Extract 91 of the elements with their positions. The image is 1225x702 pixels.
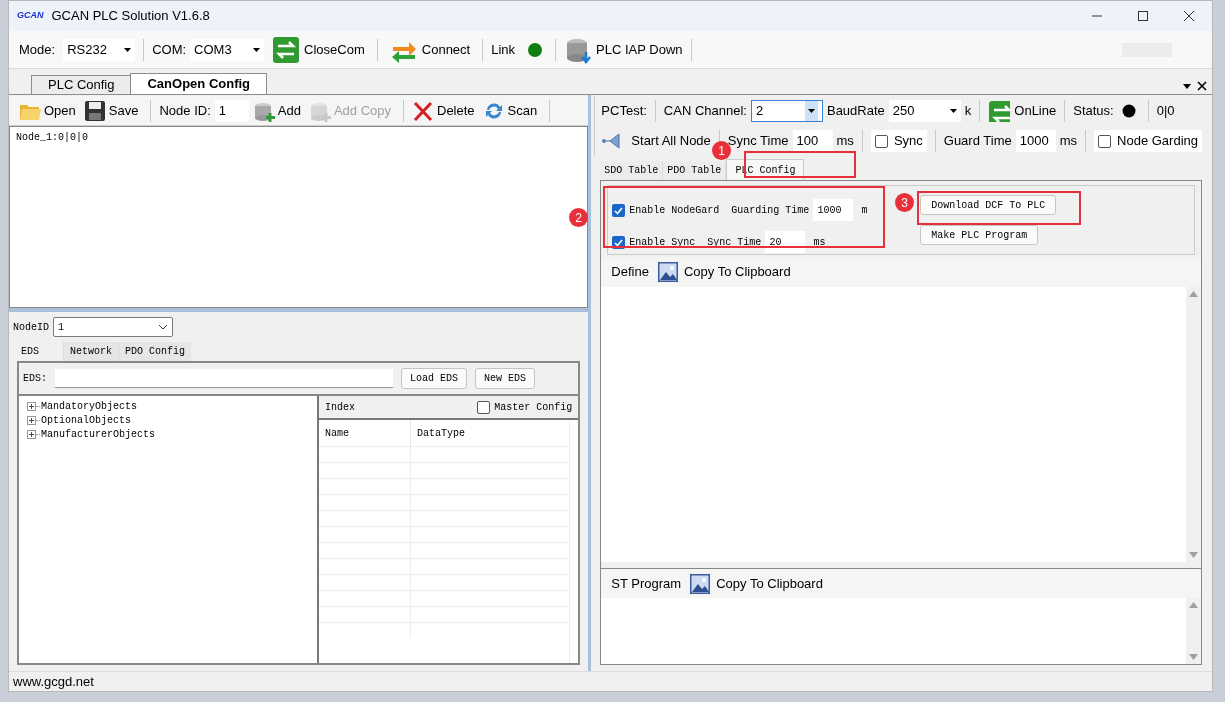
button[interactable]: Make PLC Program xyxy=(920,225,1039,245)
tab[interactable]: SDO Table xyxy=(600,161,664,180)
button[interactable]: Download DCF To PLC xyxy=(920,195,1057,215)
table-title: Index xyxy=(325,400,355,415)
tree-item[interactable]: MandatoryObjects xyxy=(41,398,137,414)
field-label: Sync Time xyxy=(707,235,762,250)
tab[interactable]: PLC Config xyxy=(31,75,132,94)
input-field[interactable]: 20 xyxy=(765,231,806,253)
tab[interactable]: Network xyxy=(63,342,118,361)
input-field[interactable]: 1 xyxy=(214,99,249,122)
field-label: Mode: xyxy=(19,40,56,59)
picture-icon[interactable] xyxy=(656,261,679,283)
checkbox[interactable] xyxy=(477,400,491,414)
column-header[interactable]: Name xyxy=(319,420,411,446)
button[interactable]: New EDS xyxy=(475,368,536,389)
checkbox[interactable] xyxy=(1098,134,1112,148)
unit-label: ms xyxy=(813,235,826,250)
check-icon xyxy=(614,237,624,247)
toolbar-button[interactable]: Open xyxy=(44,100,76,121)
toolbar-button[interactable]: Connect xyxy=(421,39,471,60)
tab[interactable]: PDO Config xyxy=(118,342,192,361)
field-label: Guarding Time xyxy=(731,203,810,218)
unit-label: m xyxy=(861,203,868,218)
tree-item[interactable]: OptionalObjects xyxy=(41,412,131,428)
status-dot xyxy=(527,41,544,58)
dropdown[interactable]: 1 xyxy=(53,317,173,337)
status-dot xyxy=(1121,104,1136,118)
toolbar-button[interactable]: OnLine xyxy=(1014,101,1057,121)
dropdown-icon[interactable] xyxy=(1182,82,1192,90)
field-label: PCTest: xyxy=(601,102,647,121)
field-label: NodeID xyxy=(13,320,49,335)
dropdown[interactable]: COM3 xyxy=(190,38,265,61)
floppy-icon[interactable] xyxy=(83,99,106,122)
field-label: Link xyxy=(491,40,516,59)
field-label: COM: xyxy=(152,40,187,59)
input-field[interactable]: 1000 xyxy=(813,199,854,221)
toolbar-button[interactable]: Copy To Clipboard xyxy=(716,573,823,594)
field-label: Status: xyxy=(1073,102,1114,121)
toolbar-button[interactable]: Start All Node xyxy=(631,131,711,151)
field-label: Guard Time xyxy=(943,132,1012,151)
toolbar-button[interactable]: PLC IAP Down xyxy=(596,39,683,60)
dropdown-arrow-icon[interactable] xyxy=(124,47,132,52)
unit-label: k xyxy=(964,102,972,121)
dropdown-arrow-icon[interactable] xyxy=(949,109,957,113)
input-field[interactable] xyxy=(55,369,393,388)
toolbar-button[interactable]: Copy To Clipboard xyxy=(683,262,791,282)
column-header[interactable]: DataType xyxy=(411,420,570,446)
delete-icon[interactable] xyxy=(412,99,434,122)
tree-item[interactable]: ManufacturerObjects xyxy=(41,426,156,442)
button[interactable]: Load EDS xyxy=(401,368,468,389)
dropdown-arrow-icon[interactable] xyxy=(253,47,261,52)
field-label: BaudRate xyxy=(826,102,885,121)
field-label: Node ID: xyxy=(159,101,211,120)
dropdown[interactable]: 250 xyxy=(888,100,961,122)
checkbox-label[interactable]: Enable NodeGard xyxy=(629,202,720,218)
close-icon[interactable] xyxy=(1196,80,1208,92)
input-field[interactable]: 100 xyxy=(792,130,833,152)
field-label: EDS: xyxy=(23,372,47,386)
tab[interactable]: PDO Table xyxy=(663,161,727,180)
toolbar-button[interactable]: Delete xyxy=(437,100,475,121)
checkbox-label[interactable]: Master Config xyxy=(494,399,573,415)
tab[interactable]: CanOpen Config xyxy=(130,73,268,94)
checkbox[interactable] xyxy=(874,134,888,148)
arrows-icon[interactable] xyxy=(988,100,1011,122)
arrows-icon[interactable] xyxy=(272,35,301,64)
chevron-down-icon xyxy=(158,324,168,330)
input-field[interactable]: 1000 xyxy=(1015,130,1056,152)
dropdown[interactable]: RS232 xyxy=(63,38,136,61)
status-value: 0|0 xyxy=(1156,102,1175,121)
field-label: CAN Channel: xyxy=(663,102,747,121)
status-text: www.gcgd.net xyxy=(13,672,94,691)
check-icon xyxy=(614,205,624,215)
checkbox-label[interactable]: Enable Sync xyxy=(629,234,696,250)
list-item[interactable]: Node_1:0|0|0 xyxy=(16,130,582,145)
toolbar-button[interactable]: Save xyxy=(108,100,139,121)
expand-icon[interactable] xyxy=(27,401,36,411)
dropdown[interactable]: 2 xyxy=(750,100,823,122)
window-title: GCAN PLC Solution V1.6.8 xyxy=(51,7,210,26)
unit-label: ms xyxy=(1059,132,1078,151)
checkbox[interactable] xyxy=(612,203,626,217)
app-logo: GCAN xyxy=(17,9,44,23)
unit-label: ms xyxy=(836,132,854,151)
section-label: Define xyxy=(611,263,649,282)
dropdown-arrow-icon[interactable] xyxy=(807,109,815,113)
expand-icon[interactable] xyxy=(27,415,36,425)
section-label: ST Program xyxy=(611,574,682,593)
toolbar-button[interactable]: Add xyxy=(277,100,301,121)
expand-icon[interactable] xyxy=(27,429,36,439)
picture-icon[interactable] xyxy=(689,572,712,595)
toolbar-button[interactable]: Scan xyxy=(507,100,538,121)
toolbar-button[interactable]: CloseCom xyxy=(304,39,365,60)
